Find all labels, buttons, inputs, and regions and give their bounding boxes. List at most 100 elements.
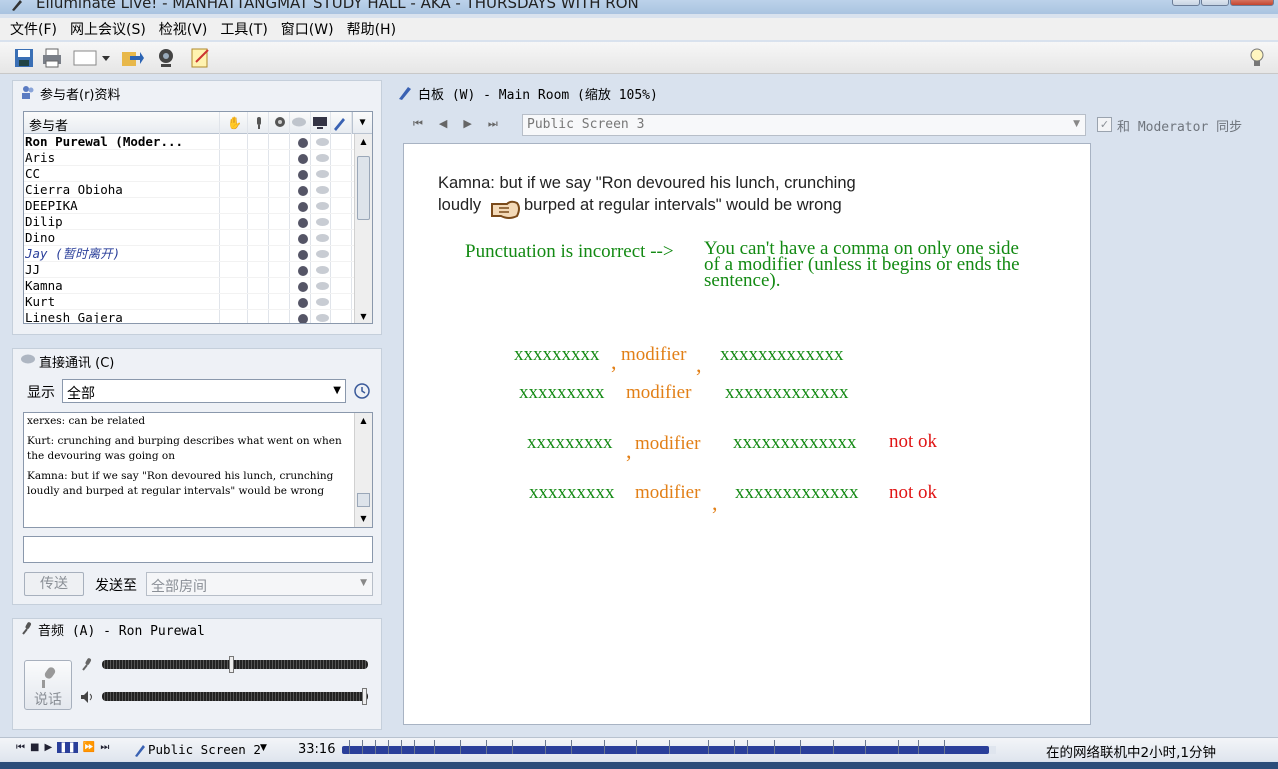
timeline-tick bbox=[512, 740, 513, 754]
participant-row[interactable]: Cierra Obioha bbox=[24, 182, 372, 198]
notes-icon[interactable] bbox=[188, 46, 212, 70]
participant-row[interactable]: JJ bbox=[24, 262, 372, 278]
chat-scrollbar[interactable]: ▲ ▼ bbox=[354, 413, 372, 527]
last-screen-icon[interactable]: ⏭ bbox=[488, 117, 498, 133]
chat-status-icon bbox=[316, 250, 329, 258]
example-x-left: xxxxxxxxx bbox=[519, 382, 605, 403]
scroll-up-arrow-icon[interactable]: ▲ bbox=[355, 134, 372, 150]
timeline-tick bbox=[486, 740, 487, 754]
menu-tools[interactable]: 工具(T) bbox=[220, 19, 267, 39]
tips-bulb-icon[interactable] bbox=[1247, 46, 1267, 70]
share-icon[interactable] bbox=[120, 46, 144, 70]
participant-name: Aris bbox=[25, 150, 56, 165]
mic-volume-slider[interactable] bbox=[102, 656, 368, 673]
participants-list[interactable]: 参与者 ✋ ▼ Ron Purewal (Moder... Aris CC Cierr… bbox=[23, 111, 373, 324]
layout-dropdown-icon[interactable] bbox=[72, 46, 112, 70]
chat-column-icon[interactable] bbox=[291, 117, 307, 129]
participant-row[interactable]: Dilip bbox=[24, 214, 372, 230]
chat-status-icon bbox=[316, 314, 329, 322]
pause-icon[interactable]: ❚❚ bbox=[57, 742, 78, 753]
webcam-icon[interactable] bbox=[154, 46, 178, 70]
menu-window[interactable]: 窗口(W) bbox=[281, 19, 334, 39]
title-bar: Elluminate Live! - MANHATTANGMAT STUDY H… bbox=[0, 0, 1278, 14]
pointer-hand-icon bbox=[491, 200, 520, 219]
scroll-thumb[interactable] bbox=[357, 156, 370, 220]
pen-column-icon[interactable] bbox=[332, 115, 346, 131]
talk-button[interactable]: 说话 bbox=[24, 660, 72, 710]
example-modifier: modifier bbox=[635, 482, 701, 503]
first-screen-icon[interactable]: ⏮ bbox=[413, 117, 423, 133]
whiteboard-pen-icon bbox=[399, 87, 411, 100]
clock-icon[interactable] bbox=[354, 383, 370, 399]
save-icon[interactable] bbox=[12, 46, 36, 70]
mic-column-icon[interactable] bbox=[252, 116, 266, 130]
scroll-thumb[interactable] bbox=[357, 493, 370, 507]
participants-title: 参与者(r)资料 bbox=[40, 88, 121, 103]
timeline-tick bbox=[434, 740, 435, 754]
participant-row[interactable]: Ron Purewal (Moder... bbox=[24, 134, 372, 150]
menu-file[interactable]: 文件(F) bbox=[10, 19, 57, 39]
scroll-down-arrow-icon[interactable]: ▼ bbox=[355, 309, 372, 323]
prev-screen-icon[interactable]: ◀ bbox=[439, 117, 447, 133]
quote-line-1: Kamna: but if we say "Ron devoured his l… bbox=[438, 174, 856, 192]
screen-select[interactable]: Public Screen 3 ▼ bbox=[522, 114, 1086, 136]
stop-icon[interactable]: ■ bbox=[30, 742, 39, 753]
send-button[interactable]: 传送 bbox=[24, 572, 84, 596]
chevron-down-icon[interactable]: ▼ bbox=[260, 743, 267, 753]
send-to-select[interactable]: 全部房间 ▼ bbox=[146, 572, 373, 596]
participants-header-label[interactable]: 参与者 bbox=[29, 115, 68, 134]
timeline-tick bbox=[604, 740, 605, 754]
webcam-status-icon bbox=[298, 314, 308, 323]
chat-filter-select[interactable]: 全部 ▼ bbox=[62, 379, 346, 403]
end-icon[interactable]: ⏭ bbox=[100, 742, 109, 753]
participant-row[interactable]: Kurt bbox=[24, 294, 372, 310]
chat-status-icon bbox=[316, 234, 329, 242]
speaker-slider-thumb[interactable] bbox=[362, 688, 367, 705]
print-icon[interactable] bbox=[40, 46, 64, 70]
participant-row[interactable]: Kamna bbox=[24, 278, 372, 294]
participant-row[interactable]: DEEPIKA bbox=[24, 198, 372, 214]
whiteboard-canvas[interactable]: Kamna: but if we say "Ron devoured his l… bbox=[403, 143, 1091, 725]
timeline-tick bbox=[774, 740, 775, 754]
scroll-up-arrow-icon[interactable]: ▲ bbox=[355, 413, 372, 429]
chat-bubble-icon bbox=[21, 354, 35, 364]
fast-forward-icon[interactable]: ⏩ bbox=[83, 742, 95, 753]
play-icon[interactable]: ▶ bbox=[44, 742, 52, 753]
mic-slider-thumb[interactable] bbox=[229, 656, 234, 673]
app-icon bbox=[12, 0, 22, 11]
example-x-left: xxxxxxxxx bbox=[529, 482, 615, 503]
menu-view[interactable]: 检视(V) bbox=[159, 19, 208, 39]
participant-row[interactable]: Linesh Gajera bbox=[24, 310, 372, 323]
sync-label: 和 Moderator 同步 bbox=[1117, 120, 1243, 135]
timeline-tick bbox=[800, 740, 801, 754]
chat-input[interactable] bbox=[23, 536, 373, 563]
maximize-button[interactable] bbox=[1201, 0, 1229, 6]
timeline-tick bbox=[747, 740, 748, 754]
participant-row[interactable]: Aris bbox=[24, 150, 372, 166]
speaker-volume-slider[interactable] bbox=[102, 688, 368, 705]
participant-row[interactable]: Jay (暂时离开) bbox=[24, 246, 372, 262]
playback-progress[interactable] bbox=[342, 740, 996, 754]
close-button[interactable] bbox=[1230, 0, 1274, 6]
menu-meeting[interactable]: 网上会议(S) bbox=[70, 19, 146, 39]
menu-help[interactable]: 帮助(H) bbox=[347, 19, 396, 39]
next-screen-icon[interactable]: ▶ bbox=[463, 117, 471, 133]
example-x-left: xxxxxxxxx bbox=[514, 344, 600, 365]
connection-time: 在的网络联机中2小时,1分钟 bbox=[1046, 745, 1216, 761]
participants-scrollbar[interactable]: ▲ ▼ bbox=[354, 134, 372, 323]
participant-row[interactable]: CC bbox=[24, 166, 372, 182]
hand-raise-icon[interactable]: ✋ bbox=[227, 116, 242, 130]
chat-messages: xerxes: can be related Kurt: crunching a… bbox=[23, 412, 373, 528]
current-screen-label[interactable]: Public Screen 2 bbox=[148, 742, 261, 757]
sync-checkbox[interactable]: ✓ bbox=[1097, 117, 1112, 132]
scroll-down-arrow-icon[interactable]: ▼ bbox=[355, 511, 372, 527]
participant-row[interactable]: Dino bbox=[24, 230, 372, 246]
columns-menu-button[interactable]: ▼ bbox=[352, 112, 372, 133]
webcam-column-icon[interactable] bbox=[273, 116, 287, 130]
chat-show-label: 显示 bbox=[27, 385, 55, 401]
minimize-button[interactable] bbox=[1172, 0, 1200, 6]
timeline-tick bbox=[388, 740, 389, 754]
rewind-icon[interactable]: ⏮ bbox=[16, 742, 25, 753]
webcam-status-icon bbox=[298, 266, 308, 276]
screen-column-icon[interactable] bbox=[312, 116, 328, 130]
